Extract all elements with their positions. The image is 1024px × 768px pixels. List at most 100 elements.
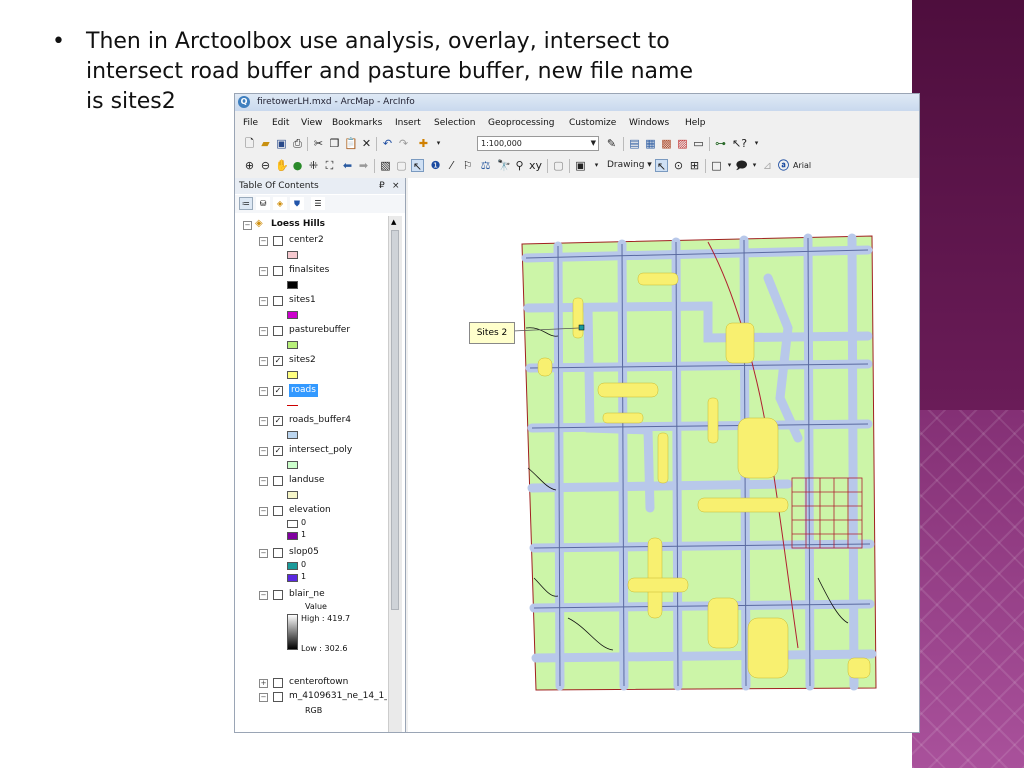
- menu-view[interactable]: View: [301, 114, 322, 132]
- pin-icon[interactable]: ₽: [379, 178, 385, 194]
- sites2-callout[interactable]: Sites 2: [469, 322, 515, 344]
- redo-icon[interactable]: ↷: [397, 137, 410, 150]
- layer-row-intersect-poly[interactable]: − ✓ intersect_poly: [235, 444, 385, 458]
- layer-visibility-checkbox-checked[interactable]: ✓: [273, 446, 283, 456]
- menu-customize[interactable]: Customize: [569, 114, 616, 132]
- collapse-icon[interactable]: −: [259, 477, 268, 486]
- collapse-icon[interactable]: −: [259, 387, 268, 396]
- layer-row-roads[interactable]: − ✓ roads: [235, 384, 385, 398]
- font-name-field[interactable]: Arial: [793, 159, 811, 172]
- scroll-up-icon[interactable]: ▲: [391, 218, 396, 226]
- layer-visibility-checkbox-checked[interactable]: ✓: [273, 416, 283, 426]
- pan-hand-icon[interactable]: ✋: [275, 159, 289, 172]
- new-document-icon[interactable]: 🗋: [243, 137, 256, 150]
- collapse-icon[interactable]: −: [259, 417, 268, 426]
- collapse-icon[interactable]: −: [259, 591, 268, 600]
- layer-row-roads-buffer4[interactable]: − ✓ roads_buffer4: [235, 414, 385, 428]
- toolbar-options-icon[interactable]: ▾: [590, 159, 603, 172]
- layer-row-centeroftown[interactable]: + centeroftown: [235, 676, 385, 690]
- hyperlink-icon[interactable]: ⚐: [461, 159, 474, 172]
- layer-visibility-checkbox[interactable]: [273, 266, 283, 276]
- layer-visibility-checkbox[interactable]: [273, 296, 283, 306]
- layer-row-slop05[interactable]: − slop05: [235, 546, 385, 560]
- html-popup-icon[interactable]: ⁄: [445, 159, 458, 172]
- add-data-icon[interactable]: ✚: [417, 137, 430, 150]
- layer-row-finalsites[interactable]: − finalsites: [235, 264, 385, 278]
- save-icon[interactable]: ▣: [275, 137, 288, 150]
- editor-toolbar-icon[interactable]: ✎: [605, 137, 618, 150]
- create-viewer-window-icon[interactable]: ▣: [574, 159, 587, 172]
- arctoolbox-icon[interactable]: ▨: [676, 137, 689, 150]
- zoom-in-icon[interactable]: ⊕: [243, 159, 256, 172]
- menu-help[interactable]: Help: [685, 114, 706, 132]
- delete-icon[interactable]: ✕: [360, 137, 373, 150]
- measure-icon[interactable]: ⚖: [479, 159, 492, 172]
- layer-visibility-checkbox-checked[interactable]: ✓: [273, 356, 283, 366]
- callout-icon[interactable]: 🗩: [735, 159, 748, 172]
- find-icon[interactable]: 🔭: [497, 159, 511, 172]
- menu-bookmarks[interactable]: Bookmarks: [332, 114, 382, 132]
- select-elements-icon[interactable]: ↖: [411, 159, 424, 173]
- list-by-selection-icon[interactable]: ⛊: [290, 197, 304, 210]
- collapse-icon[interactable]: −: [259, 357, 268, 366]
- select-elements-arrow-icon[interactable]: ↖: [655, 159, 668, 173]
- full-extent-icon[interactable]: ●: [291, 159, 304, 172]
- toc-scrollbar[interactable]: ▲: [388, 216, 402, 732]
- cut-icon[interactable]: ✂: [312, 137, 325, 150]
- layer-row-orthophoto[interactable]: − m_4109631_ne_14_1_20: [235, 690, 387, 704]
- time-slider-icon[interactable]: ▢: [552, 159, 565, 172]
- model-builder-icon[interactable]: ⊶: [714, 137, 727, 150]
- layer-visibility-checkbox-checked[interactable]: ✓: [273, 386, 283, 396]
- map-view[interactable]: Sites 2: [408, 178, 919, 732]
- callout-dropdown-icon[interactable]: ▾: [748, 159, 761, 172]
- layer-row-elevation[interactable]: − elevation: [235, 504, 385, 518]
- catalog-icon[interactable]: ▦: [644, 137, 657, 150]
- collapse-icon[interactable]: −: [259, 549, 268, 558]
- menu-selection[interactable]: Selection: [434, 114, 475, 132]
- layer-row-pasturebuffer[interactable]: − pasturebuffer: [235, 324, 385, 338]
- fixed-zoom-out-icon[interactable]: ⛶: [323, 159, 336, 172]
- edit-vertices-icon[interactable]: ⊿: [761, 159, 774, 172]
- rotate-icon[interactable]: ⊙: [672, 159, 685, 172]
- layer-visibility-checkbox[interactable]: [273, 692, 283, 702]
- go-to-xy-icon[interactable]: xy: [529, 159, 542, 172]
- toc-options-icon[interactable]: ☰: [311, 197, 325, 210]
- menu-file[interactable]: File: [243, 114, 258, 132]
- select-features-icon[interactable]: ▧: [379, 159, 392, 172]
- collapse-icon[interactable]: −: [259, 237, 268, 246]
- collapse-icon[interactable]: −: [259, 693, 268, 702]
- list-by-drawing-order-icon[interactable]: ≔: [239, 197, 253, 210]
- rectangle-icon[interactable]: □: [710, 159, 723, 172]
- identify-icon[interactable]: ❶: [429, 159, 442, 172]
- close-icon[interactable]: ×: [392, 178, 400, 194]
- collapse-icon[interactable]: −: [243, 221, 252, 230]
- layer-visibility-checkbox[interactable]: [273, 548, 283, 558]
- menu-windows[interactable]: Windows: [629, 114, 669, 132]
- collapse-icon[interactable]: −: [259, 267, 268, 276]
- expand-icon[interactable]: +: [259, 679, 268, 688]
- paste-icon[interactable]: 📋: [344, 137, 358, 150]
- copy-icon[interactable]: ❐: [328, 137, 341, 150]
- add-data-dropdown-icon[interactable]: ▾: [432, 137, 445, 150]
- zoom-out-icon[interactable]: ⊖: [259, 159, 272, 172]
- undo-icon[interactable]: ↶: [381, 137, 394, 150]
- whats-this-icon[interactable]: ↖?: [732, 137, 747, 150]
- print-icon[interactable]: ⎙: [291, 137, 304, 150]
- layer-visibility-checkbox[interactable]: [273, 236, 283, 246]
- layer-row-blair-ne[interactable]: − blair_ne: [235, 588, 385, 602]
- back-extent-icon[interactable]: ⬅: [341, 159, 354, 172]
- layer-row-sites1[interactable]: − sites1: [235, 294, 385, 308]
- scrollbar-thumb[interactable]: [391, 230, 399, 610]
- fixed-zoom-in-icon[interactable]: ⁜: [307, 159, 320, 172]
- table-of-contents-icon[interactable]: ▤: [628, 137, 641, 150]
- collapse-icon[interactable]: −: [259, 327, 268, 336]
- zoom-to-selected-icon[interactable]: ⊞: [688, 159, 701, 172]
- search-window-icon[interactable]: ▩: [660, 137, 673, 150]
- list-by-source-icon[interactable]: ⛁: [256, 197, 270, 210]
- collapse-icon[interactable]: −: [259, 507, 268, 516]
- layer-visibility-checkbox[interactable]: [273, 678, 283, 688]
- layer-visibility-checkbox[interactable]: [273, 326, 283, 336]
- forward-extent-icon[interactable]: ➡: [357, 159, 370, 172]
- layer-visibility-checkbox[interactable]: [273, 506, 283, 516]
- dataframe-row[interactable]: − ◈ Loess Hills: [235, 218, 385, 232]
